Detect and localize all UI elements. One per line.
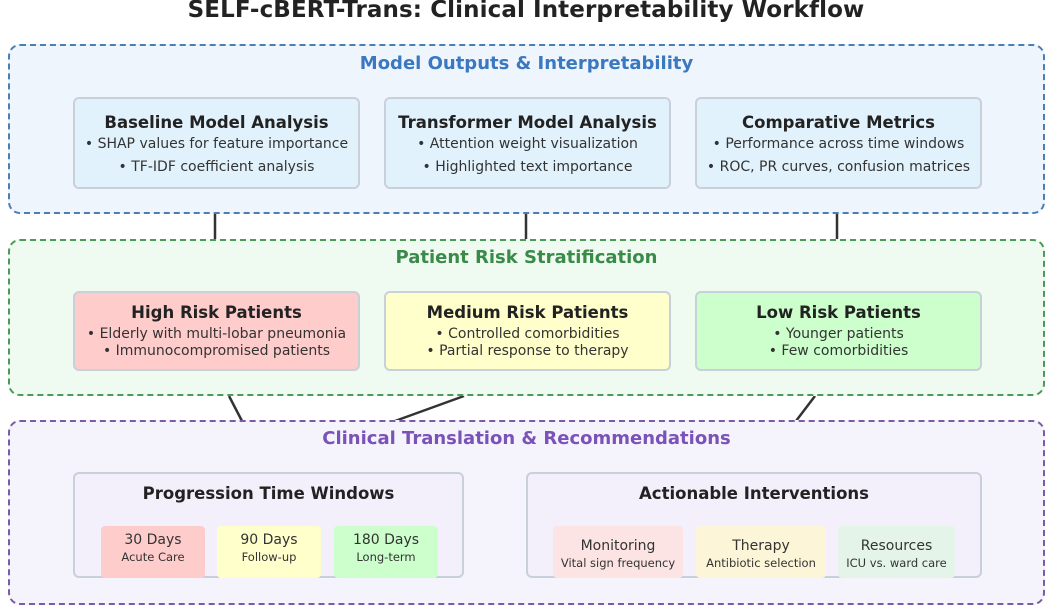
chip-30-days: 30 Days Acute Care: [101, 526, 205, 578]
chip-180-days: 180 Days Long-term: [334, 526, 438, 578]
card-line: • Elderly with multi-lobar pneumonia: [86, 326, 347, 342]
card-line: • Controlled comorbidities: [435, 326, 620, 342]
card-title: Low Risk Patients: [756, 303, 921, 322]
section-title-model-outputs: Model Outputs & Interpretability: [359, 53, 694, 74]
chip-label: 180 Days: [352, 532, 420, 548]
chip-resources: Resources ICU vs. ward care: [838, 526, 955, 578]
chip-sublabel: Acute Care: [121, 550, 185, 564]
chip-label: 90 Days: [240, 532, 298, 548]
chip-label: Resources: [860, 538, 933, 554]
card-low-risk-patients: Low Risk Patients • Younger patients • F…: [695, 291, 982, 371]
card-title: Medium Risk Patients: [426, 303, 629, 322]
chip-label: Therapy: [732, 538, 790, 554]
card-line: • Partial response to therapy: [426, 343, 629, 359]
connector-risk-clinical-left: [227, 395, 244, 422]
card-title: Actionable Interventions: [639, 484, 869, 503]
card-line: • Attention weight visualization: [417, 136, 638, 152]
section-risk-stratification: Patient Risk Stratification High Risk Pa…: [8, 239, 1045, 396]
chip-label: 30 Days: [124, 532, 182, 548]
chip-sublabel: Long-term: [356, 550, 416, 564]
card-title: High Risk Patients: [131, 303, 302, 322]
chip-label: Monitoring: [580, 538, 656, 554]
card-comparative-metrics: Comparative Metrics • Performance across…: [695, 97, 982, 189]
card-title: Progression Time Windows: [142, 484, 395, 503]
section-model-outputs: Model Outputs & Interpretability Baselin…: [8, 44, 1045, 214]
chip-sublabel: ICU vs. ward care: [846, 556, 947, 570]
card-high-risk-patients: High Risk Patients • Elderly with multi-…: [73, 291, 360, 371]
card-medium-risk-patients: Medium Risk Patients • Controlled comorb…: [384, 291, 671, 371]
card-line: • Highlighted text importance: [422, 159, 633, 175]
card-line: • Performance across time windows: [712, 136, 965, 152]
card-transformer-model-analysis: Transformer Model Analysis • Attention w…: [384, 97, 671, 189]
connector-risk-clinical-right: [795, 395, 816, 422]
card-title: Comparative Metrics: [742, 113, 935, 132]
section-clinical-translation: Clinical Translation & Recommendations P…: [8, 420, 1045, 605]
chip-90-days: 90 Days Follow-up: [217, 526, 321, 578]
card-line: • Immunocompromised patients: [102, 343, 331, 359]
card-line: • Younger patients: [773, 326, 904, 342]
card-actionable-interventions: Actionable Interventions Monitoring Vita…: [526, 472, 982, 578]
card-baseline-model-analysis: Baseline Model Analysis • SHAP values fo…: [73, 97, 360, 189]
card-line: • TF-IDF coefficient analysis: [118, 159, 315, 175]
card-line: • Few comorbidities: [768, 343, 909, 359]
chip-sublabel: Vital sign frequency: [560, 556, 676, 570]
section-title-clinical-translation: Clinical Translation & Recommendations: [322, 428, 731, 449]
card-title: Transformer Model Analysis: [398, 113, 657, 132]
card-progression-time-windows: Progression Time Windows 30 Days Acute C…: [73, 472, 464, 578]
card-line: • SHAP values for feature importance: [84, 136, 349, 152]
connector-risk-clinical-center: [394, 394, 465, 423]
chip-monitoring: Monitoring Vital sign frequency: [553, 526, 683, 578]
card-title: Baseline Model Analysis: [104, 113, 329, 132]
chip-sublabel: Antibiotic selection: [706, 556, 816, 570]
section-title-risk-stratification: Patient Risk Stratification: [395, 247, 658, 268]
chip-therapy: Therapy Antibiotic selection: [696, 526, 826, 578]
chip-sublabel: Follow-up: [241, 550, 297, 564]
card-line: • ROC, PR curves, confusion matrices: [706, 159, 971, 175]
